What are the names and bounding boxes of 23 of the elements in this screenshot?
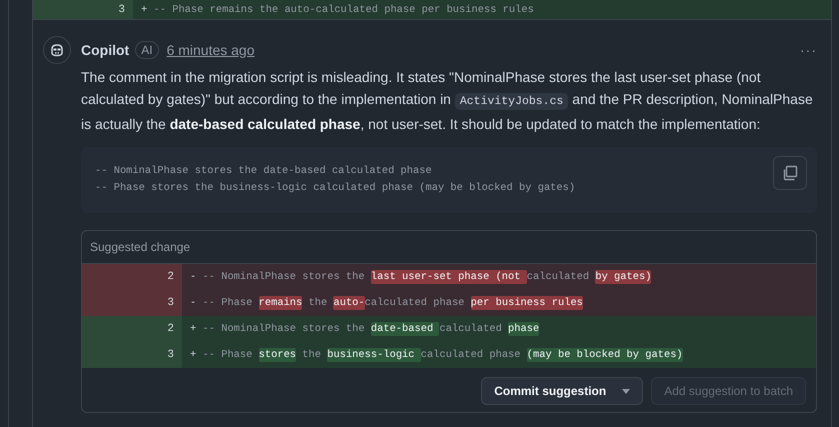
code-line: + -- Phase stores the business-logic calculated phase (may be blocked by gates) [189, 349, 683, 361]
line-number: 3 [82, 290, 182, 316]
avatar[interactable] [43, 36, 71, 64]
code-line: - -- Phase remains the auto-calculated phase per business rules [189, 297, 583, 309]
commit-suggestion-button[interactable]: Commit suggestion [481, 377, 644, 405]
code-line: + -- NominalPhase stores the date-based calculated phase [189, 323, 540, 335]
caret-icon [622, 388, 630, 394]
comment-body: The comment in the migration script is misleading. It states "NominalPhase stores the last user-set phase (not calculated by gates)" but according to the implementation in ActivityJobs.cs and the PR description, NominalPhase is actually the date-based calculated phase, not user-set. It should be updated to match the implementation: [81, 68, 814, 134]
code-line: + -- Phase remains the auto-calculated phase per business rules [140, 4, 534, 16]
author-name[interactable]: Copilot [81, 42, 130, 58]
line-number: 3 [33, 0, 133, 19]
code-line: - -- NominalPhase stores the last user-set phase (not calculated by gates) [189, 271, 652, 283]
code-line: -- NominalPhase stores the date-based calculated phase [95, 164, 433, 179]
copy-icon [782, 165, 798, 181]
copy-button[interactable] [773, 156, 807, 190]
code-line: -- Phase stores the business-logic calculated phase (may be blocked by gates) [95, 181, 576, 196]
line-number: 3 [82, 342, 182, 368]
more-options-button[interactable]: ··· [800, 42, 817, 58]
author-badge: AI [135, 41, 159, 59]
line-number: 2 [82, 264, 182, 290]
timestamp-link[interactable]: 6 minutes ago [166, 42, 255, 58]
line-number: 2 [82, 316, 182, 342]
bot-icon [49, 42, 65, 58]
